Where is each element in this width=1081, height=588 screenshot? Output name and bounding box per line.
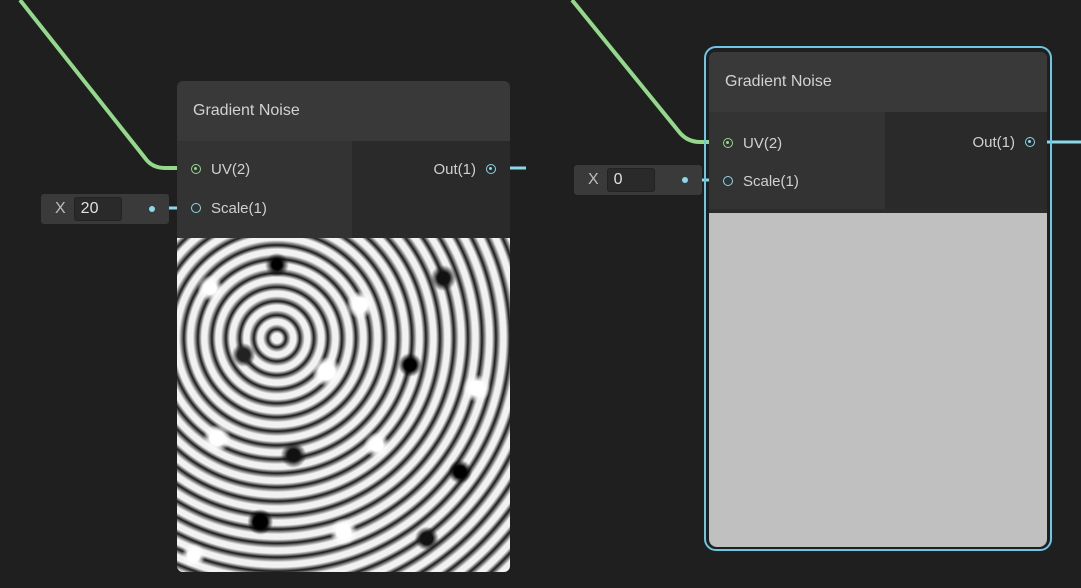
out-port-label: Out(1) [972, 133, 1015, 151]
gradient-noise-node-1[interactable]: Gradient Noise UV(2) Scale(1) Out(1) [177, 81, 510, 572]
node-outputs: Out(1) [885, 112, 1047, 209]
scale-value-field-2[interactable]: X 0 [574, 165, 702, 195]
scale-port-label: Scale(1) [211, 199, 267, 217]
flat-preview [709, 213, 1047, 547]
node-inputs: UV(2) Scale(1) [709, 112, 885, 209]
node-outputs: Out(1) [352, 141, 510, 238]
out-port-label: Out(1) [433, 160, 476, 178]
scale-value-input[interactable]: 20 [73, 197, 122, 221]
uv-input-port[interactable]: UV(2) [191, 159, 250, 179]
uv-input-port[interactable]: UV(2) [723, 133, 782, 153]
scale-value-input[interactable]: 0 [606, 168, 655, 192]
noise-preview [177, 238, 510, 572]
field-connector-icon[interactable] [682, 177, 688, 183]
scale-port-icon[interactable] [723, 176, 733, 186]
out-port-icon[interactable] [1025, 137, 1035, 147]
uv-wire-node1 [18, 0, 194, 170]
node-title[interactable]: Gradient Noise [177, 81, 510, 141]
axis-label: X [588, 171, 599, 188]
scale-input-port[interactable]: Scale(1) [723, 171, 799, 191]
out-port-icon[interactable] [486, 164, 496, 174]
out-output-port[interactable]: Out(1) [972, 132, 1035, 152]
uv-wire-node2 [570, 0, 728, 144]
scale-port-icon[interactable] [191, 203, 201, 213]
field-connector-icon[interactable] [149, 206, 155, 212]
axis-label: X [55, 200, 66, 217]
uv-port-icon[interactable] [723, 138, 733, 148]
uv-port-icon[interactable] [191, 164, 201, 174]
node-title[interactable]: Gradient Noise [709, 52, 1047, 112]
uv-port-label: UV(2) [743, 134, 783, 152]
out-output-port[interactable]: Out(1) [433, 159, 496, 179]
gradient-noise-node-2[interactable]: Gradient Noise UV(2) Scale(1) Out(1) [709, 52, 1047, 547]
uv-port-label: UV(2) [211, 160, 251, 178]
scale-value-field-1[interactable]: X 20 [41, 194, 169, 224]
shader-graph-canvas[interactable]: Gradient Noise UV(2) Scale(1) Out(1) X 2… [0, 0, 1081, 588]
scale-port-label: Scale(1) [743, 172, 799, 190]
scale-input-port[interactable]: Scale(1) [191, 198, 267, 218]
node-inputs: UV(2) Scale(1) [177, 141, 352, 238]
